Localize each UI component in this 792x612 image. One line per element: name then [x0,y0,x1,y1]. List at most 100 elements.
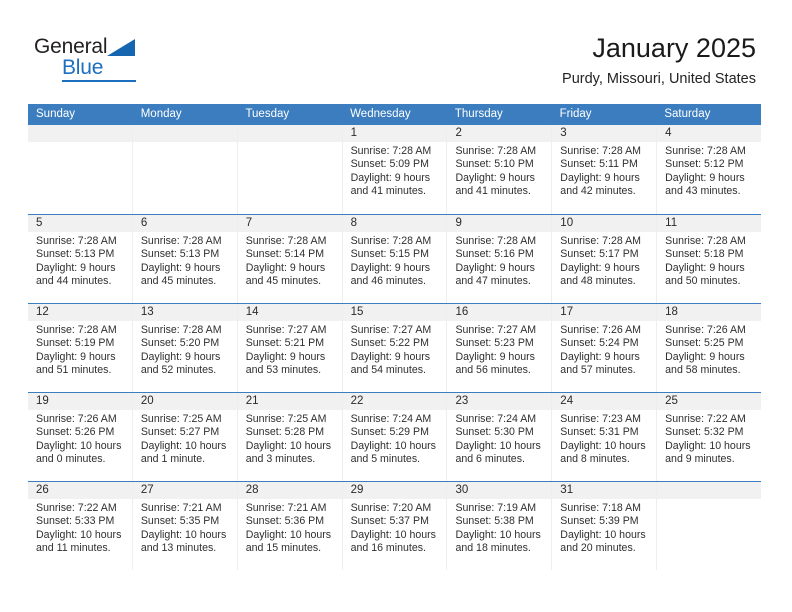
day-sun-info: Sunrise: 7:27 AM Sunset: 5:22 PM Daylight:… [343,321,447,377]
sunset-text: Sunset: 5:19 PM [36,337,115,350]
daylight-text-line1: Daylight: 10 hours [350,439,436,452]
day-sun-info: Sunrise: 7:28 AM Sunset: 5:17 PM Daylight:… [552,232,656,288]
calendar-day-cell[interactable]: 21 Sunrise: 7:25 AM Sunset: 5:28 PM Dayligh… [236,393,342,481]
day-number: 23 [447,393,552,410]
calendar-day-cell[interactable]: 8 Sunrise: 7:28 AM Sunset: 5:15 PM Daylight… [341,215,447,303]
daylight-text-line2: and 16 minutes. [350,541,426,554]
sunset-text: Sunset: 5:39 PM [560,515,639,528]
day-sun-info: Sunrise: 7:28 AM Sunset: 5:18 PM Daylight:… [657,232,761,288]
calendar-day-cell[interactable]: 27 Sunrise: 7:21 AM Sunset: 5:35 PM Dayligh… [131,482,237,570]
sunset-text: Sunset: 5:27 PM [140,426,220,439]
sunrise-text: Sunrise: 7:21 AM [140,502,222,514]
calendar-day-cell-empty [236,125,342,214]
daylight-text-line1: Daylight: 9 hours [560,350,640,363]
calendar-day-cell[interactable]: 25 Sunrise: 7:22 AM Sunset: 5:32 PM Dayligh… [656,393,762,481]
calendar-day-cell[interactable]: 23 Sunrise: 7:24 AM Sunset: 5:30 PM Dayligh… [446,393,552,481]
day-sun-info: Sunrise: 7:19 AM Sunset: 5:38 PM Daylight:… [447,499,551,555]
daylight-text-line1: Daylight: 9 hours [245,350,326,363]
calendar-day-cell[interactable]: 3 Sunrise: 7:28 AM Sunset: 5:11 PM Daylight… [551,125,657,214]
calendar-day-cell[interactable]: 1 Sunrise: 7:28 AM Sunset: 5:09 PM Daylight… [341,125,447,214]
daylight-text-line1: Daylight: 10 hours [36,528,122,541]
day-sun-info: Sunrise: 7:27 AM Sunset: 5:21 PM Daylight:… [238,321,342,377]
daylight-text-line2: and 20 minutes. [560,541,636,554]
day-number: 8 [342,215,447,232]
calendar-day-cell[interactable]: 24 Sunrise: 7:23 AM Sunset: 5:31 PM Dayligh… [551,393,657,481]
sunrise-text: Sunrise: 7:26 AM [560,324,641,336]
calendar-day-cell[interactable]: 7 Sunrise: 7:28 AM Sunset: 5:14 PM Daylight… [236,215,342,303]
daylight-text-line1: Daylight: 9 hours [665,350,745,363]
calendar-day-cell[interactable]: 29 Sunrise: 7:20 AM Sunset: 5:37 PM Dayligh… [341,482,447,570]
sunset-text: Sunset: 5:14 PM [245,248,325,261]
day-sun-info: Sunrise: 7:28 AM Sunset: 5:10 PM Daylight:… [447,142,551,198]
day-sun-info: Sunrise: 7:24 AM Sunset: 5:30 PM Daylight:… [447,410,551,466]
daylight-text-line2: and 15 minutes. [245,541,322,554]
sunrise-text: Sunrise: 7:28 AM [36,324,117,336]
day-number: 30 [447,482,552,499]
daylight-text-line2: and 41 minutes. [350,184,426,197]
sunset-text: Sunset: 5:13 PM [140,248,220,261]
calendar-day-cell[interactable]: 19 Sunrise: 7:26 AM Sunset: 5:26 PM Dayligh… [28,393,132,481]
day-number: 1 [342,125,447,142]
day-number: 10 [552,215,657,232]
day-sun-info: Sunrise: 7:28 AM Sunset: 5:13 PM Daylight:… [133,232,237,288]
calendar-day-cell[interactable]: 2 Sunrise: 7:28 AM Sunset: 5:10 PM Daylight… [446,125,552,214]
calendar-day-cell[interactable]: 15 Sunrise: 7:27 AM Sunset: 5:22 PM Dayligh… [341,304,447,392]
daylight-text-line2: and 11 minutes. [36,541,111,554]
sunset-text: Sunset: 5:25 PM [665,337,744,350]
calendar-day-cell[interactable]: 26 Sunrise: 7:22 AM Sunset: 5:33 PM Dayligh… [28,482,132,570]
day-number [657,482,762,499]
daylight-text-line2: and 6 minutes. [455,452,525,465]
sunset-text: Sunset: 5:20 PM [140,337,220,350]
daylight-text-line1: Daylight: 10 hours [560,528,646,541]
day-sun-info: Sunrise: 7:21 AM Sunset: 5:35 PM Daylight:… [133,499,237,555]
page-header: General Blue January 2025 Purdy, Missour… [0,0,792,104]
calendar-day-cell[interactable]: 4 Sunrise: 7:28 AM Sunset: 5:12 PM Daylight… [656,125,762,214]
sunset-text: Sunset: 5:29 PM [350,426,429,439]
day-number: 12 [28,304,132,321]
daylight-text-line1: Daylight: 9 hours [455,261,535,274]
logo-underline [62,80,136,82]
sunset-text: Sunset: 5:35 PM [140,515,220,528]
daylight-text-line1: Daylight: 10 hours [455,528,541,541]
calendar-day-cell[interactable]: 18 Sunrise: 7:26 AM Sunset: 5:25 PM Dayligh… [656,304,762,392]
day-number: 26 [28,482,132,499]
daylight-text-line2: and 8 minutes. [560,452,630,465]
day-number: 28 [237,482,342,499]
calendar-day-cell[interactable]: 5 Sunrise: 7:28 AM Sunset: 5:13 PM Daylight… [28,215,132,303]
sunset-text: Sunset: 5:13 PM [36,248,115,261]
daylight-text-line1: Daylight: 10 hours [455,439,541,452]
calendar-day-cell[interactable]: 28 Sunrise: 7:21 AM Sunset: 5:36 PM Dayligh… [236,482,342,570]
day-number: 24 [552,393,657,410]
calendar-day-cell[interactable]: 20 Sunrise: 7:25 AM Sunset: 5:27 PM Dayligh… [131,393,237,481]
sunset-text: Sunset: 5:24 PM [560,337,639,350]
sunset-text: Sunset: 5:36 PM [245,515,325,528]
calendar-day-cell[interactable]: 22 Sunrise: 7:24 AM Sunset: 5:29 PM Dayligh… [341,393,447,481]
sunrise-text: Sunrise: 7:19 AM [455,502,537,514]
calendar-week-row: 1 Sunrise: 7:28 AM Sunset: 5:09 PM Daylight… [28,125,762,214]
calendar-day-cell[interactable]: 17 Sunrise: 7:26 AM Sunset: 5:24 PM Dayligh… [551,304,657,392]
calendar-day-cell[interactable]: 16 Sunrise: 7:27 AM Sunset: 5:23 PM Dayligh… [446,304,552,392]
day-number: 3 [552,125,657,142]
day-sun-info: Sunrise: 7:20 AM Sunset: 5:37 PM Daylight:… [343,499,447,555]
calendar-day-cell[interactable]: 9 Sunrise: 7:28 AM Sunset: 5:16 PM Daylight… [446,215,552,303]
general-blue-logo[interactable]: General Blue [34,36,154,84]
calendar-day-cell[interactable]: 12 Sunrise: 7:28 AM Sunset: 5:19 PM Dayligh… [28,304,132,392]
sunset-text: Sunset: 5:18 PM [665,248,744,261]
daylight-text-line2: and 41 minutes. [455,184,531,197]
calendar-day-cell[interactable]: 30 Sunrise: 7:19 AM Sunset: 5:38 PM Dayligh… [446,482,552,570]
calendar-day-cell[interactable]: 11 Sunrise: 7:28 AM Sunset: 5:18 PM Dayligh… [656,215,762,303]
day-sun-info: Sunrise: 7:25 AM Sunset: 5:27 PM Daylight:… [133,410,237,466]
calendar-day-cell[interactable]: 31 Sunrise: 7:18 AM Sunset: 5:39 PM Dayligh… [551,482,657,570]
sunset-text: Sunset: 5:09 PM [350,158,429,171]
sunset-text: Sunset: 5:33 PM [36,515,115,528]
calendar-day-cell[interactable]: 10 Sunrise: 7:28 AM Sunset: 5:17 PM Dayligh… [551,215,657,303]
daylight-text-line1: Daylight: 9 hours [350,350,431,363]
calendar-day-cell[interactable]: 14 Sunrise: 7:27 AM Sunset: 5:21 PM Dayligh… [236,304,342,392]
day-sun-info: Sunrise: 7:21 AM Sunset: 5:36 PM Daylight:… [238,499,342,555]
daylight-text-line2: and 54 minutes. [350,363,426,376]
sunrise-text: Sunrise: 7:24 AM [350,413,432,425]
calendar-day-cell[interactable]: 6 Sunrise: 7:28 AM Sunset: 5:13 PM Daylight… [131,215,237,303]
daylight-text-line2: and 46 minutes. [350,274,426,287]
day-sun-info: Sunrise: 7:26 AM Sunset: 5:26 PM Daylight:… [28,410,132,466]
calendar-day-cell[interactable]: 13 Sunrise: 7:28 AM Sunset: 5:20 PM Dayligh… [131,304,237,392]
